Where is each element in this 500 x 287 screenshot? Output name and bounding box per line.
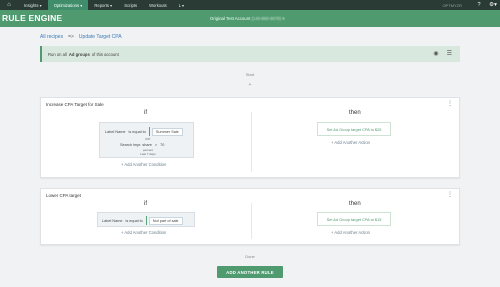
condition-metric: Label Name <box>102 218 123 223</box>
add-condition-link[interactable]: + Add Another Condition <box>121 230 166 235</box>
nav-scripts[interactable]: Scripts <box>118 0 143 10</box>
rule-card: Lower CPA target ⋮ if then Label Name is… <box>40 188 460 245</box>
add-condition-link[interactable]: + Add Another Condition <box>121 162 166 167</box>
breadcrumb: All recipes => Update Target CPA <box>40 34 122 40</box>
condition-value[interactable]: Summer Sale <box>151 127 183 136</box>
condition-metric: Search impr. share <box>120 143 152 147</box>
page-header: RULE ENGINE Original Test Account (140-8… <box>0 10 500 27</box>
scope-prefix: Run on all <box>48 51 67 57</box>
condition-group[interactable]: Label Name is equal to Not part of sale <box>97 212 195 227</box>
nav-workouts[interactable]: Workouts <box>143 0 173 10</box>
list-menu-icon[interactable]: ☰ <box>447 50 452 57</box>
breadcrumb-all-recipes[interactable]: All recipes <box>40 34 63 40</box>
add-another-rule-button[interactable]: ADD ANOTHER RULE <box>217 266 283 278</box>
add-action-link[interactable]: + Add Another Action <box>331 230 370 235</box>
condition-group[interactable]: Label Name is equal to Summer Sale and S… <box>99 122 194 158</box>
condition-metric: Label Name <box>105 129 126 134</box>
action-item[interactable]: Set Ad Group target CPA to $25 <box>317 122 391 136</box>
page-title: RULE ENGINE <box>2 13 63 23</box>
preview-eye-icon[interactable]: ◉ <box>433 50 438 57</box>
gear-icon[interactable]: ⚙▾ <box>486 0 500 10</box>
scope-infobar: Run on all Ad groups of this account ◉ ☰ <box>40 46 460 62</box>
home-icon[interactable]: ⌂ <box>0 0 18 10</box>
insert-rule-plus[interactable]: + <box>0 82 500 88</box>
rule-menu-icon[interactable]: ⋮ <box>447 100 453 107</box>
condition-row[interactable]: Search impr. share > 70 <box>120 143 167 147</box>
condition-value[interactable]: 70 <box>160 143 164 147</box>
account-id: (140-860-5078) ▾ <box>251 16 285 21</box>
nav-l[interactable]: L ▾ <box>173 0 190 10</box>
action-item[interactable]: Set Ad Group target CPA to $15 <box>317 212 391 226</box>
if-heading: if <box>144 110 147 116</box>
flow-done: Done <box>245 254 255 259</box>
top-nav: ⌂ Insights ▾ Optimizations ▾ Reports ▾ S… <box>0 0 500 10</box>
condition-operator: > <box>154 143 158 147</box>
condition-operator: is equal to <box>128 129 146 134</box>
brand-logo-text: OPTMYZR <box>442 2 462 8</box>
scope-suffix: of this account <box>91 51 119 57</box>
condition-operator: is equal to <box>125 218 143 223</box>
then-heading: then <box>349 201 361 207</box>
rule-name[interactable]: Increase CPA Target for Sale <box>46 102 104 107</box>
breadcrumb-separator: => <box>68 34 74 40</box>
add-action-link[interactable]: + Add Another Action <box>331 140 370 145</box>
condition-row[interactable]: Label Name is equal to Not part of sale <box>102 216 183 225</box>
account-name: Original Test Account <box>210 16 251 21</box>
nav-insights[interactable]: Insights ▾ <box>18 0 48 10</box>
rule-name[interactable]: Lower CPA target <box>46 193 81 198</box>
condition-row[interactable]: Label Name is equal to Summer Sale <box>105 127 183 136</box>
rule-menu-icon[interactable]: ⋮ <box>447 191 453 198</box>
nav-reports[interactable]: Reports ▾ <box>88 0 118 10</box>
then-heading: then <box>349 110 361 116</box>
date-range[interactable]: Last 7 days <box>138 152 158 157</box>
nav-optimizations[interactable]: Optimizations ▾ <box>47 0 89 10</box>
flow-start: Start <box>245 72 255 77</box>
breadcrumb-current[interactable]: Update Target CPA <box>79 34 122 40</box>
scope-entity: Ad groups <box>68 51 90 57</box>
rule-card: Increase CPA Target for Sale ⋮ if then L… <box>40 97 460 178</box>
condition-value[interactable]: Not part of sale <box>148 216 183 225</box>
and-connector: and <box>145 137 151 141</box>
account-selector[interactable]: Original Test Account (140-860-5078) ▾ <box>210 16 284 22</box>
if-heading: if <box>144 201 147 207</box>
help-icon[interactable]: ? <box>472 0 486 10</box>
